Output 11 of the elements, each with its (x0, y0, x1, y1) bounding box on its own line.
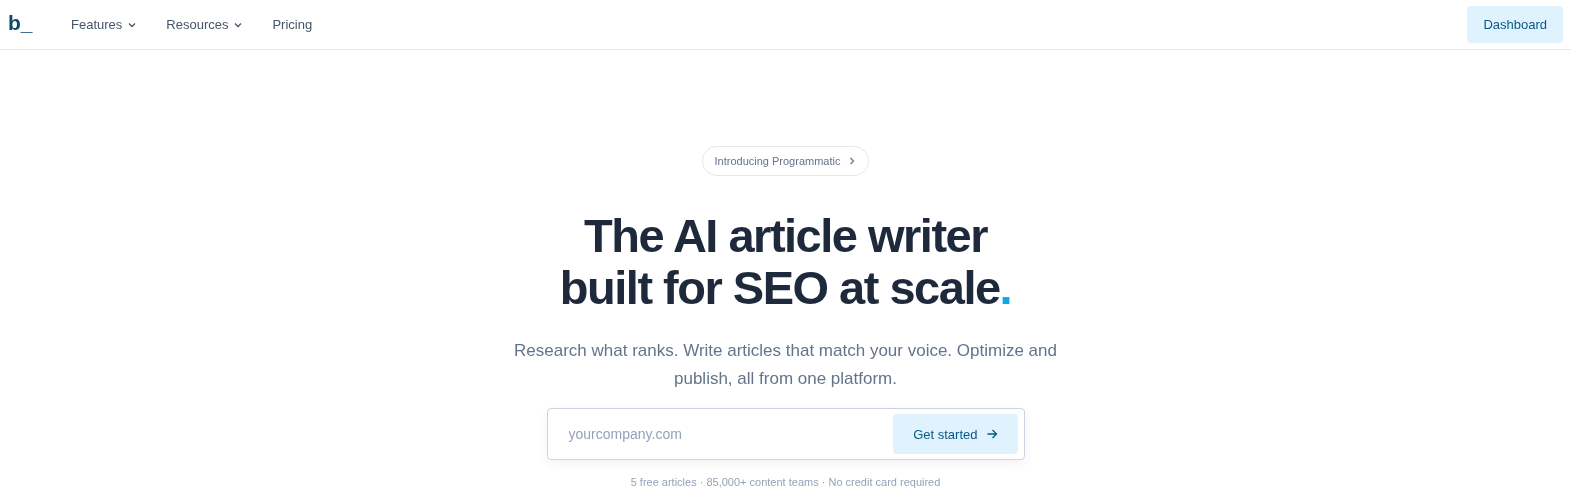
nav-link[interactable]: Features (71, 17, 138, 32)
headline: The AI article writer built for SEO at scale. (559, 210, 1012, 314)
arrow-right-icon (985, 428, 998, 440)
logo[interactable]: b_ (8, 10, 71, 35)
get-started-button[interactable]: Get started (893, 414, 1018, 454)
subtitle: Research what ranks. Write articles that match your voice. Optimize and publish, all from one platform. (513, 340, 1058, 390)
chevron-right-icon (848, 157, 857, 165)
footnote: 5 free articles · 85,000+ content teams · No credit card required (630, 476, 941, 488)
nav-link[interactable]: Resources (166, 17, 244, 32)
dashboard-button[interactable]: Dashboard (1467, 6, 1563, 43)
nav-link[interactable]: Pricing (272, 17, 313, 32)
